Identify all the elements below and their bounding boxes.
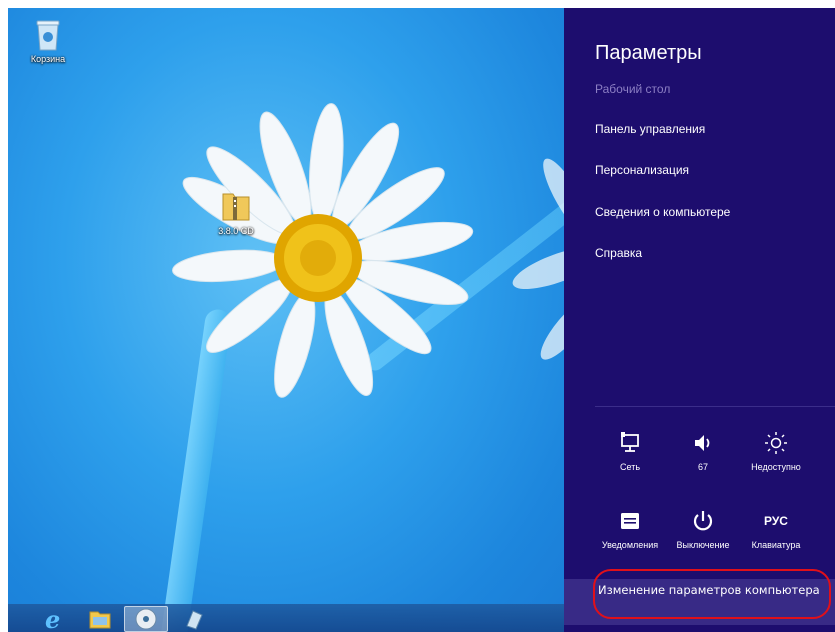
change-pc-settings-link[interactable]: Изменение параметров компьютера: [598, 583, 820, 597]
app-window-icon: [186, 610, 203, 630]
notifications-tile[interactable]: Уведомления: [595, 508, 665, 550]
network-label: Сеть: [619, 462, 641, 472]
taskbar: e: [8, 604, 564, 632]
help-link[interactable]: Справка: [595, 246, 642, 260]
brightness-label: Недоступно: [751, 462, 801, 472]
brightness-tile[interactable]: Недоступно: [741, 430, 811, 472]
svg-text:e: e: [45, 607, 60, 631]
notifications-label: Уведомления: [601, 540, 659, 550]
notifications-icon: [620, 508, 640, 534]
folder-zip-icon: [222, 193, 250, 221]
desktop-background: Корзина 3.8.0 CD: [8, 8, 564, 632]
daisy-flower-background: [512, 158, 564, 360]
charm-title: Параметры: [595, 42, 702, 64]
keyboard-tile[interactable]: РУС Клавиатура: [741, 508, 811, 550]
brightness-icon: [764, 430, 788, 456]
taskbar-internet-explorer[interactable]: e: [32, 606, 76, 632]
network-icon: [620, 430, 640, 456]
taskbar-app[interactable]: [172, 606, 216, 632]
internet-explorer-icon: e: [45, 607, 60, 631]
file-explorer-icon: [89, 611, 111, 629]
power-label: Выключение: [676, 540, 730, 550]
volume-level: 67: [697, 462, 708, 472]
taskbar-media-app[interactable]: [124, 606, 168, 632]
personalization-link[interactable]: Персонализация: [595, 163, 689, 177]
charm-context-label: Рабочий стол: [595, 82, 671, 96]
settings-charm-panel: Параметры Рабочий стол Панель управления…: [564, 8, 835, 632]
taskbar-file-explorer[interactable]: [78, 606, 122, 632]
keyboard-label: Клавиатура: [751, 540, 801, 550]
volume-icon: [693, 430, 713, 456]
recycle-bin-icon: [36, 20, 60, 51]
recycle-bin-shortcut[interactable]: Корзина: [16, 18, 80, 64]
charm-divider: [595, 406, 835, 407]
power-tile[interactable]: Выключение: [668, 508, 738, 550]
pc-info-link[interactable]: Сведения о компьютере: [595, 205, 730, 219]
cd-folder-label: 3.8.0 CD: [218, 226, 254, 236]
power-icon: [692, 508, 714, 534]
control-panel-link[interactable]: Панель управления: [595, 122, 705, 136]
disc-icon: [135, 608, 157, 630]
volume-tile[interactable]: 67: [668, 430, 738, 472]
keyboard-icon: РУС: [764, 514, 788, 528]
cd-folder-shortcut[interactable]: 3.8.0 CD: [204, 188, 268, 236]
recycle-bin-label: Корзина: [30, 54, 66, 64]
network-tile[interactable]: Сеть: [595, 430, 665, 472]
